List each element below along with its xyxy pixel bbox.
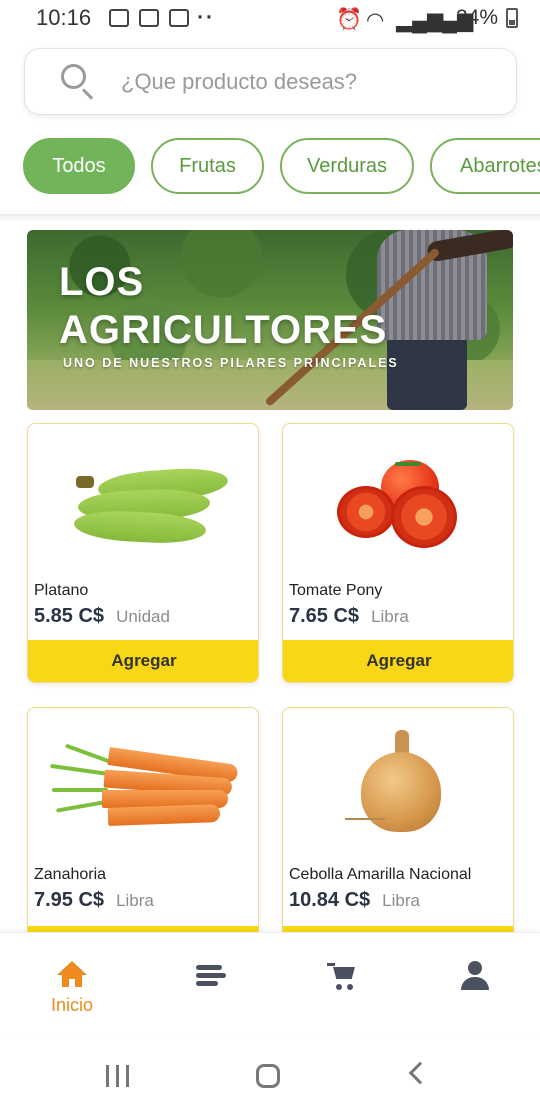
signal-icon: ▂▄▆ <box>395 9 444 32</box>
banner-title-line2: AGRICULTORES <box>59 308 388 352</box>
product-price: 7.95 C$ <box>34 889 105 911</box>
status-right: ⏰ ◠ ▂▄▆ ▂▄▆ 34% <box>335 6 518 32</box>
nav-cart[interactable] <box>292 933 392 1033</box>
battery-icon <box>506 8 518 28</box>
recent-apps-icon[interactable] <box>106 1065 130 1087</box>
app-notification-icon <box>139 9 160 27</box>
bottom-navigation: Inicio <box>0 932 540 1032</box>
price-row: 10.84 C$ Libra <box>289 889 420 912</box>
product-image-platano <box>28 424 258 582</box>
voicemail-notification-icon <box>169 9 190 27</box>
product-name: Platano <box>34 582 89 599</box>
home-icon <box>57 961 87 991</box>
category-verduras[interactable]: Verduras <box>280 138 414 194</box>
product-name: Zanahoria <box>34 866 107 883</box>
nav-categories[interactable] <box>160 933 260 1033</box>
category-abarrotes[interactable]: Abarrotes <box>430 138 540 194</box>
product-card-tomate[interactable]: Tomate Pony 7.65 C$ Libra Agregar <box>282 423 514 683</box>
product-card-cebolla[interactable]: Cebolla Amarilla Nacional 10.84 C$ Libra… <box>282 707 514 947</box>
product-name: Tomate Pony <box>289 582 383 599</box>
add-button[interactable]: Agregar <box>283 640 513 682</box>
search-icon <box>61 63 97 100</box>
category-frutas[interactable]: Frutas <box>151 138 264 194</box>
wifi-icon: ◠ <box>365 9 385 32</box>
nav-profile[interactable] <box>425 933 525 1033</box>
product-unit: Libra <box>371 607 409 626</box>
promo-banner[interactable]: LOS AGRICULTORES UNO DE NUESTROS PILARES… <box>27 230 513 410</box>
product-image-cebolla <box>283 708 513 866</box>
add-button[interactable]: Agregar <box>28 640 258 682</box>
nav-inicio-label: Inicio <box>50 995 94 1015</box>
status-time: 10:16 <box>36 5 92 30</box>
notification-icons <box>109 9 190 27</box>
image-notification-icon <box>109 9 130 27</box>
nav-inicio[interactable]: Inicio <box>22 933 122 1033</box>
product-unit: Libra <box>116 891 154 910</box>
signal-icon-2: ▂▄▆ <box>425 9 474 32</box>
product-name: Cebolla Amarilla Nacional <box>289 866 472 883</box>
search-bar[interactable] <box>24 48 517 115</box>
status-bar: 10:16 ·· ⏰ ◠ ▂▄▆ ▂▄▆ 34% <box>0 0 540 36</box>
back-icon[interactable] <box>408 1061 432 1085</box>
banner-title-line1: LOS <box>59 260 145 304</box>
cart-icon <box>327 961 357 991</box>
product-image-tomate <box>283 424 513 582</box>
home-button-icon[interactable] <box>256 1064 280 1088</box>
system-navigation <box>0 1040 540 1110</box>
banner-subtitle: UNO DE NUESTROS PILARES PRINCIPALES <box>63 356 399 370</box>
price-row: 5.85 C$ Unidad <box>34 605 170 628</box>
product-card-zanahoria[interactable]: Zanahoria 7.95 C$ Libra Agregar <box>27 707 259 947</box>
product-unit: Unidad <box>116 607 170 626</box>
product-price: 5.85 C$ <box>34 605 105 627</box>
user-icon <box>460 961 490 991</box>
header-shadow <box>0 214 540 222</box>
price-row: 7.65 C$ Libra <box>289 605 409 628</box>
product-unit: Libra <box>382 891 420 910</box>
product-price: 7.65 C$ <box>289 605 360 627</box>
category-todos[interactable]: Todos <box>23 138 135 194</box>
product-card-platano[interactable]: Platano 5.85 C$ Unidad Agregar <box>27 423 259 683</box>
product-image-zanahoria <box>28 708 258 866</box>
alarm-icon: ⏰ <box>335 8 363 31</box>
list-icon <box>195 961 226 991</box>
more-notifications: ·· <box>197 6 216 29</box>
category-bar: Todos Frutas Verduras Abarrotes <box>0 138 540 194</box>
price-row: 7.95 C$ Libra <box>34 889 154 912</box>
product-price: 10.84 C$ <box>289 889 371 911</box>
search-input[interactable] <box>121 68 481 95</box>
